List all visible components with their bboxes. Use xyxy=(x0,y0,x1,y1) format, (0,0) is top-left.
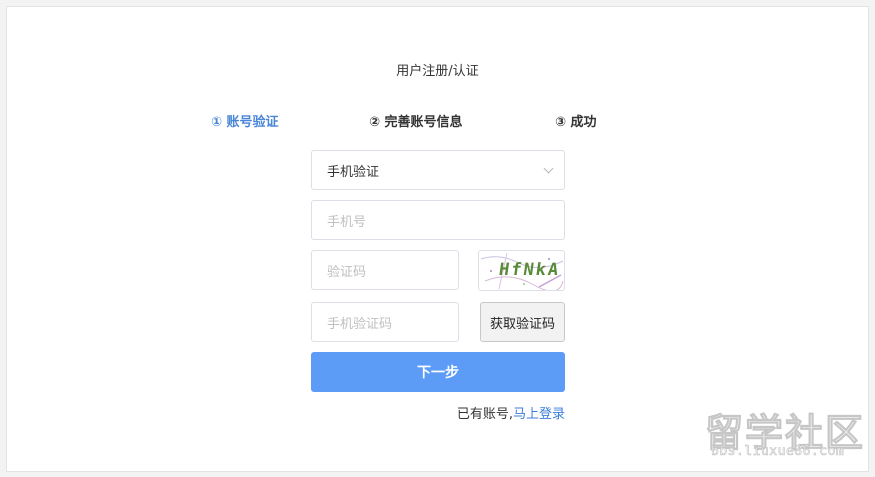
sms-code-input[interactable]: 手机验证码 xyxy=(311,302,459,342)
login-prompt-text: 已有账号, xyxy=(456,407,513,422)
phone-placeholder: 手机号 xyxy=(327,214,367,230)
chevron-down-icon xyxy=(543,163,554,174)
phone-input[interactable]: 手机号 xyxy=(311,200,565,240)
get-code-button[interactable]: 获取验证码 xyxy=(480,302,565,342)
watermark-url: bbs.liuxue86.com xyxy=(711,444,845,460)
sms-code-placeholder: 手机验证码 xyxy=(327,316,393,332)
captcha-placeholder: 验证码 xyxy=(327,264,367,280)
captcha-image[interactable]: HfNkA xyxy=(478,250,565,291)
captcha-input[interactable]: 验证码 xyxy=(311,250,459,290)
step-complete-account-info: ② 完善账号信息 xyxy=(369,115,463,130)
verify-method-select[interactable]: 手机验证 xyxy=(311,150,565,190)
step-success: ③ 成功 xyxy=(555,115,597,130)
step-account-verification: ① 账号验证 xyxy=(211,115,279,130)
login-prompt: 已有账号,马上登录 xyxy=(457,403,565,422)
next-step-button[interactable]: 下一步 xyxy=(311,352,565,392)
site-watermark: 留学社区 bbs.liuxue86.com xyxy=(704,402,865,468)
page-title: 用户注册/认证 xyxy=(396,64,479,79)
login-link[interactable]: 马上登录 xyxy=(513,407,565,422)
captcha-text: HfNkA xyxy=(497,260,562,280)
verify-method-value: 手机验证 xyxy=(327,164,380,180)
